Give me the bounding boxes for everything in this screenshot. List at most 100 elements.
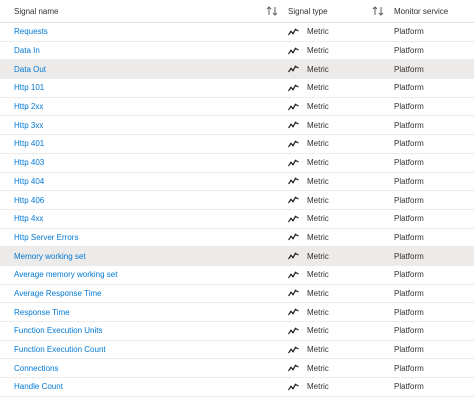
column-header-monitor-service[interactable]: Monitor service [394, 0, 448, 22]
signal-name-link[interactable]: Http 406 [14, 191, 44, 209]
table-row[interactable]: Data Out Metric Platform [0, 60, 474, 80]
signal-type-cell: Metric [288, 79, 329, 97]
monitor-service-cell: Platform [394, 158, 424, 168]
signal-type-cell: Metric [288, 247, 329, 265]
signal-type-label: Metric [307, 46, 329, 56]
signal-name-link[interactable]: Http 4xx [14, 210, 43, 228]
signal-name-link[interactable]: Average Response Time [14, 285, 101, 303]
signal-type-label: Metric [307, 232, 329, 242]
signal-type-cell: Metric [288, 285, 329, 303]
signal-type-label: Metric [307, 176, 329, 186]
metric-line-icon [288, 308, 299, 316]
table-row[interactable]: Http 404 Metric Platform [0, 173, 474, 192]
signal-name-link[interactable]: Http 404 [14, 173, 44, 191]
monitor-service-cell: Platform [394, 139, 424, 149]
monitor-service-cell: Platform [394, 382, 424, 392]
table-row[interactable]: Http 2xx Metric Platform [0, 98, 474, 117]
signal-name-link[interactable]: Connections [14, 359, 58, 377]
signal-name-link[interactable]: Http 401 [14, 135, 44, 153]
signal-type-cell: Metric [288, 378, 329, 396]
signal-name-link[interactable]: Data In [14, 42, 40, 60]
monitor-service-cell: Platform [394, 83, 424, 93]
monitor-service-cell: Platform [394, 102, 424, 112]
signal-name-link[interactable]: Response Time [14, 303, 70, 321]
table-row[interactable]: Handle Count Metric Platform [0, 378, 474, 397]
column-header-signal-type[interactable]: Signal type [288, 0, 328, 22]
monitor-service-cell: Platform [394, 27, 424, 37]
signal-type-label: Metric [307, 139, 329, 149]
monitor-service-cell: Platform [394, 232, 424, 242]
metric-line-icon [288, 121, 299, 129]
metric-line-icon [288, 215, 299, 223]
sort-up-down-icon[interactable] [266, 5, 278, 17]
monitor-service-cell: Platform [394, 326, 424, 336]
table-row[interactable]: Connections Metric Platform [0, 359, 474, 379]
signal-type-cell: Metric [288, 341, 329, 359]
table-row[interactable]: Http Server Errors Metric Platform [0, 229, 474, 248]
signal-type-cell: Metric [288, 173, 329, 191]
sort-up-down-icon[interactable] [372, 5, 384, 17]
signal-type-label: Metric [307, 27, 329, 37]
monitor-service-cell: Platform [394, 214, 424, 224]
table-row[interactable]: Memory working set Metric Platform [0, 247, 474, 266]
table-row[interactable]: Average memory working set Metric Platform [0, 266, 474, 285]
table-row[interactable]: Average Response Time Metric Platform [0, 285, 474, 304]
signal-name-link[interactable]: Http Server Errors [14, 229, 78, 247]
signal-name-link[interactable]: Http 3xx [14, 116, 43, 134]
monitor-service-cell: Platform [394, 270, 424, 280]
table-row[interactable]: Http 401 Metric Platform [0, 135, 474, 154]
table-row[interactable]: Function Execution Units Metric Platform [0, 322, 474, 341]
signal-type-label: Metric [307, 345, 329, 355]
signal-name-link[interactable]: Data Out [14, 60, 46, 78]
table-row[interactable]: Response Time Metric Platform [0, 303, 474, 322]
column-header-signal-name[interactable]: Signal name [14, 0, 58, 22]
table-row[interactable]: Http 4xx Metric Platform [0, 210, 474, 229]
signal-type-label: Metric [307, 326, 329, 336]
signal-type-label: Metric [307, 363, 329, 373]
table-header: Signal name Signal type Monitor service [0, 0, 474, 23]
signal-type-label: Metric [307, 307, 329, 317]
table-row[interactable]: Requests Metric Platform [0, 23, 474, 42]
metric-line-icon [288, 47, 299, 54]
monitor-service-cell: Platform [394, 64, 424, 74]
monitor-service-cell: Platform [394, 288, 424, 298]
monitor-service-cell: Platform [394, 251, 424, 261]
signal-name-link[interactable]: Function Execution Count [14, 341, 106, 359]
signal-name-link[interactable]: Http 101 [14, 79, 44, 97]
signal-type-cell: Metric [288, 210, 329, 228]
signal-type-label: Metric [307, 251, 329, 261]
signal-type-label: Metric [307, 382, 329, 392]
signal-name-link[interactable]: Requests [14, 23, 48, 41]
metric-line-icon [288, 103, 299, 110]
signal-type-cell: Metric [288, 191, 329, 209]
signal-name-link[interactable]: Average memory working set [14, 266, 117, 284]
metric-line-icon [288, 65, 299, 73]
metric-line-icon [288, 383, 299, 391]
table-row[interactable]: Http 101 Metric Platform [0, 79, 474, 98]
signal-type-cell: Metric [288, 116, 329, 134]
signal-type-cell: Metric [288, 60, 329, 78]
table-row[interactable]: Http 406 Metric Platform [0, 191, 474, 210]
signal-type-label: Metric [307, 158, 329, 168]
table-row[interactable]: Http 403 Metric Platform [0, 154, 474, 173]
signal-type-cell: Metric [288, 322, 329, 340]
signal-name-link[interactable]: Http 403 [14, 154, 44, 172]
signal-name-link[interactable]: Memory working set [14, 247, 86, 265]
signal-name-link[interactable]: Handle Count [14, 378, 63, 396]
table-body: Requests Metric Platform Data In Metric Platf… [0, 23, 474, 397]
signal-type-cell: Metric [288, 303, 329, 321]
monitor-service-cell: Platform [394, 307, 424, 317]
signal-name-link[interactable]: Http 2xx [14, 98, 43, 116]
signal-type-label: Metric [307, 64, 329, 74]
signal-type-cell: Metric [288, 23, 329, 41]
signal-type-cell: Metric [288, 229, 329, 247]
monitor-service-cell: Platform [394, 363, 424, 373]
table-row[interactable]: Function Execution Count Metric Platform [0, 341, 474, 360]
signal-name-link[interactable]: Function Execution Units [14, 322, 103, 340]
monitor-service-cell: Platform [394, 195, 424, 205]
metric-line-icon [288, 271, 299, 279]
table-row[interactable]: Data In Metric Platform [0, 42, 474, 61]
signal-type-cell: Metric [288, 98, 329, 116]
table-row[interactable]: Http 3xx Metric Platform [0, 116, 474, 136]
signal-type-cell: Metric [288, 135, 329, 153]
